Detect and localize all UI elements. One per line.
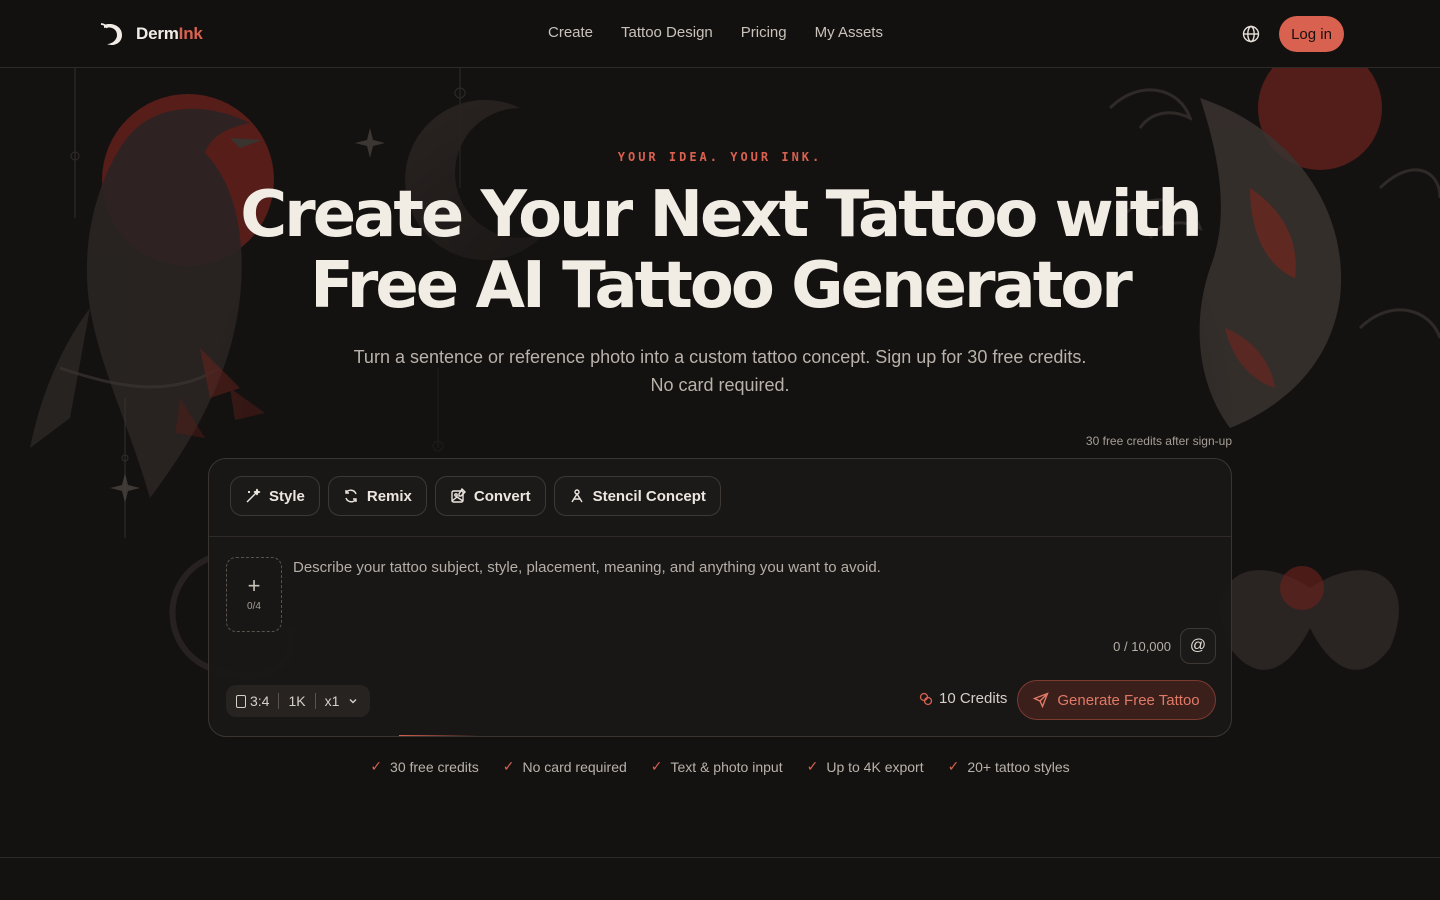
resolution-value: 1K <box>288 693 306 709</box>
tab-convert-label: Convert <box>473 487 531 505</box>
feature-item: ✓ No card required <box>503 758 627 775</box>
image-edit-icon <box>451 488 466 503</box>
feature-label: Text & photo input <box>670 758 783 775</box>
feature-item: ✓ 30 free credits <box>370 758 478 775</box>
check-icon: ✓ <box>370 758 383 774</box>
tab-style-label: Style <box>269 487 305 505</box>
prompt-input[interactable] <box>293 559 1193 619</box>
check-icon: ✓ <box>806 758 819 774</box>
feature-list: ✓ 30 free credits ✓ No card required ✓ Text… <box>0 758 1440 775</box>
hero-subtitle: Turn a sentence or reference photo into … <box>353 347 1087 395</box>
aspect-ratio: 3:4 <box>236 693 269 709</box>
send-icon <box>1033 692 1050 708</box>
check-icon: ✓ <box>502 758 515 774</box>
chevron-down-icon <box>349 699 357 704</box>
nav-link-my-assets[interactable]: My Assets <box>815 24 883 41</box>
generate-button[interactable]: Generate Free Tattoo <box>1017 680 1216 720</box>
tab-style[interactable]: Style <box>230 476 320 516</box>
feature-label: 30 free credits <box>390 758 479 775</box>
reference-image-upload[interactable]: + 0/4 <box>226 557 282 632</box>
generation-cost: 10 Credits <box>919 690 1007 707</box>
nav-link-create[interactable]: Create <box>548 24 593 41</box>
options-separator <box>314 693 316 709</box>
check-icon: ✓ <box>947 758 960 774</box>
feature-item: ✓ Up to 4K export <box>807 758 924 775</box>
mode-tabs: Style Remix Convert Stencil Concept <box>230 476 721 516</box>
plus-icon: + <box>247 573 261 598</box>
feature-item: ✓ Text & photo input <box>651 758 783 775</box>
cost-label: 10 Credits <box>939 690 1008 707</box>
card-accent-line <box>399 735 479 736</box>
aspect-ratio-value: 3:4 <box>250 693 270 709</box>
card-divider <box>209 536 1231 537</box>
login-button[interactable]: Log in <box>1279 16 1344 52</box>
refresh-icon <box>345 489 357 503</box>
feature-item: ✓ 20+ tattoo styles <box>948 758 1070 775</box>
logo-mark-icon <box>100 23 122 45</box>
hero-title: Create Your Next Tattoo with Free AI Tat… <box>200 180 1240 322</box>
output-options-selector[interactable]: 3:4 1K x1 <box>226 685 371 717</box>
feature-label: Up to 4K export <box>826 758 924 775</box>
logo[interactable]: DermInk <box>98 20 203 48</box>
tab-remix-label: Remix <box>366 487 412 505</box>
aspect-ratio-icon <box>236 695 246 708</box>
tab-stencil-concept[interactable]: Stencil Concept <box>553 476 721 516</box>
character-count: 0 / 10,000 <box>1113 639 1171 654</box>
top-navigation-bar: DermInk Create Tattoo Design Pricing My … <box>0 0 1440 68</box>
nav-link-pricing[interactable]: Pricing <box>741 24 787 41</box>
free-credits-note: 30 free credits after sign-up <box>1085 434 1232 448</box>
tab-stencil-concept-label: Stencil Concept <box>592 487 706 505</box>
tattoo-generator-card: Style Remix Convert Stencil Concept + 0/… <box>208 458 1232 737</box>
tab-convert[interactable]: Convert <box>434 476 546 516</box>
logo-text: DermInk <box>136 24 203 43</box>
feature-label: 20+ tattoo styles <box>967 758 1070 775</box>
section-divider <box>0 857 1440 858</box>
at-sign-icon: @ <box>1189 637 1207 654</box>
quantity-value: x1 <box>324 693 340 709</box>
feature-label: No card required <box>522 758 627 775</box>
upload-count: 0/4 <box>247 601 261 612</box>
nav-link-tattoo-design[interactable]: Tattoo Design <box>621 24 713 41</box>
magic-wand-icon <box>246 488 261 503</box>
hero-title-line-1: Create Your Next Tattoo with <box>240 178 1203 252</box>
mention-button[interactable]: @ <box>1180 628 1216 664</box>
coins-icon <box>919 692 933 705</box>
hero-title-line-2: Free AI Tattoo Generator <box>310 249 1133 323</box>
pen-tool-icon <box>570 489 583 503</box>
check-icon: ✓ <box>650 758 663 774</box>
main-nav: Create Tattoo Design Pricing My Assets <box>548 24 883 41</box>
generate-button-label: Generate Free Tattoo <box>1057 691 1200 709</box>
tab-remix[interactable]: Remix <box>327 476 427 516</box>
options-separator <box>278 693 280 709</box>
globe-icon[interactable] <box>1241 24 1261 44</box>
hero-eyebrow: YOUR IDEA. YOUR INK. <box>617 150 823 164</box>
